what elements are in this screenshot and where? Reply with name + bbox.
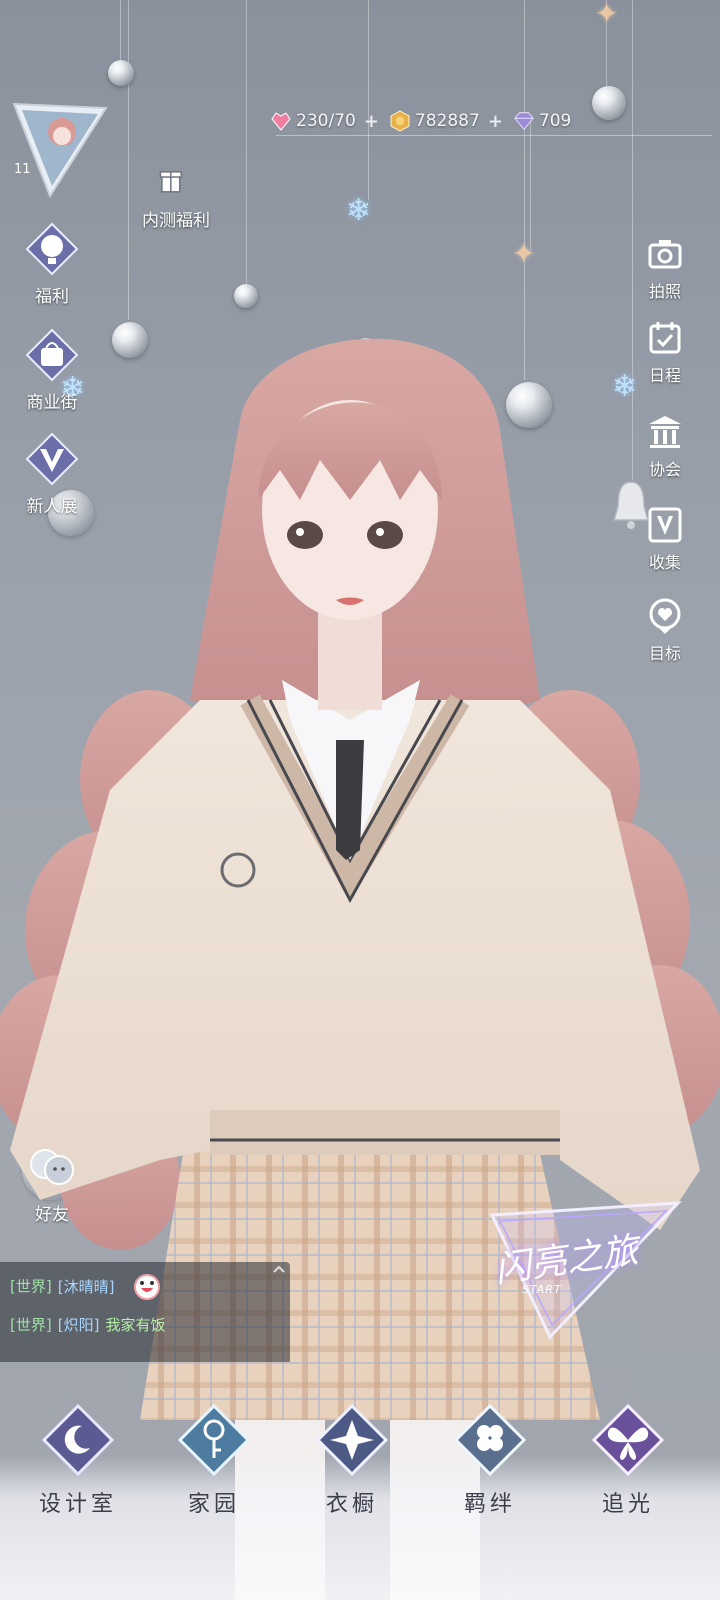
chat-channel: [世界] <box>10 1277 52 1296</box>
add-stamina-button[interactable]: + <box>364 111 379 132</box>
badge-sub: START <box>522 1283 562 1296</box>
stamina-resource[interactable]: 230/70 + <box>270 110 379 132</box>
diamond-icon <box>514 112 534 130</box>
guild-button[interactable]: 协会 <box>630 412 700 480</box>
chat-sender[interactable]: [沐晴晴] <box>58 1278 115 1296</box>
shop-street-label: 商业街 <box>26 393 78 413</box>
nav-studio-label: 设计室 <box>38 1492 117 1517</box>
v-crown-icon <box>25 432 79 486</box>
nav-home[interactable]: 家园 <box>164 1400 264 1518</box>
new-show-button[interactable]: 新人展 <box>4 432 100 517</box>
nav-studio[interactable]: 设计室 <box>28 1400 128 1518</box>
crystal-flower-icon <box>315 1403 389 1477</box>
collection-label: 收集 <box>648 553 681 572</box>
photo-button[interactable]: 拍照 <box>630 234 700 302</box>
friends-label: 好友 <box>35 1205 69 1225</box>
player-level: 11 <box>14 162 31 177</box>
gold-resource[interactable]: 782887 + <box>389 110 503 132</box>
add-gold-button[interactable]: + <box>488 111 503 132</box>
welfare-button[interactable]: 福利 <box>4 222 100 307</box>
schedule-button[interactable]: 日程 <box>630 318 700 386</box>
gold-value: 782887 <box>414 111 480 131</box>
chat-channel: [世界] <box>10 1316 52 1334</box>
target-heart-icon <box>649 598 681 634</box>
beta-welfare-button[interactable]: 内测福利 <box>128 160 224 231</box>
resource-divider <box>276 135 712 136</box>
gift-box-icon <box>159 171 182 193</box>
clover-icon <box>453 1403 527 1477</box>
friends-button[interactable]: 好友 <box>4 1140 100 1225</box>
chat-text: 我家有饭 <box>105 1316 166 1334</box>
nav-bond-label: 羁绊 <box>463 1492 516 1517</box>
collection-button[interactable]: 收集 <box>630 505 700 573</box>
nav-home-label: 家园 <box>187 1492 240 1517</box>
diamond-resource[interactable]: 709 <box>513 110 571 132</box>
guild-label: 协会 <box>648 460 681 479</box>
chat-sender[interactable]: [炽阳] <box>58 1316 100 1334</box>
shop-street-button[interactable]: 商业街 <box>4 328 100 413</box>
nav-wardrobe[interactable]: 衣橱 <box>302 1400 402 1518</box>
hot-air-balloon-icon <box>25 222 79 276</box>
nav-wardrobe-label: 衣橱 <box>325 1492 378 1517</box>
new-show-label: 新人展 <box>26 497 78 517</box>
player-avatar[interactable] <box>10 102 110 198</box>
chevron-up-icon[interactable] <box>272 1264 286 1274</box>
friends-bubble-icon <box>30 1149 74 1185</box>
sticker-emoji-icon <box>134 1274 161 1300</box>
nav-chase-light[interactable]: 追光 <box>578 1400 678 1518</box>
camera-icon <box>648 240 682 269</box>
shopping-bag-icon <box>25 328 79 382</box>
resource-bar: 230/70 + 782887 + 709 <box>270 106 581 136</box>
chat-message[interactable]: [世界] [沐晴晴] <box>10 1274 163 1300</box>
key-icon <box>177 1403 251 1477</box>
beta-welfare-label: 内测福利 <box>142 211 210 231</box>
crescent-moon-icon <box>41 1403 115 1477</box>
chat-panel[interactable]: [世界] [沐晴晴] [世界] [炽阳] 我家有饭 <box>0 1262 290 1362</box>
photo-label: 拍照 <box>648 282 681 301</box>
goal-label: 目标 <box>648 644 681 663</box>
stamina-value: 230/70 <box>296 111 356 131</box>
calendar-check-icon <box>649 322 681 354</box>
butterfly-icon <box>591 1403 665 1477</box>
diamond-value: 709 <box>538 111 572 131</box>
nav-chase-light-label: 追光 <box>601 1492 654 1517</box>
building-icon <box>649 416 681 448</box>
chat-message[interactable]: [世界] [炽阳] 我家有饭 <box>10 1314 165 1335</box>
goal-button[interactable]: 目标 <box>630 596 700 664</box>
welfare-label: 福利 <box>35 287 69 307</box>
heart-gem-icon <box>271 112 291 131</box>
nav-bond[interactable]: 羁绊 <box>440 1400 540 1518</box>
gold-coin-icon <box>390 110 410 132</box>
shining-journey-badge[interactable]: 闪亮之旅 START <box>478 1195 690 1345</box>
v-collection-icon <box>648 507 682 543</box>
schedule-label: 日程 <box>648 366 681 385</box>
